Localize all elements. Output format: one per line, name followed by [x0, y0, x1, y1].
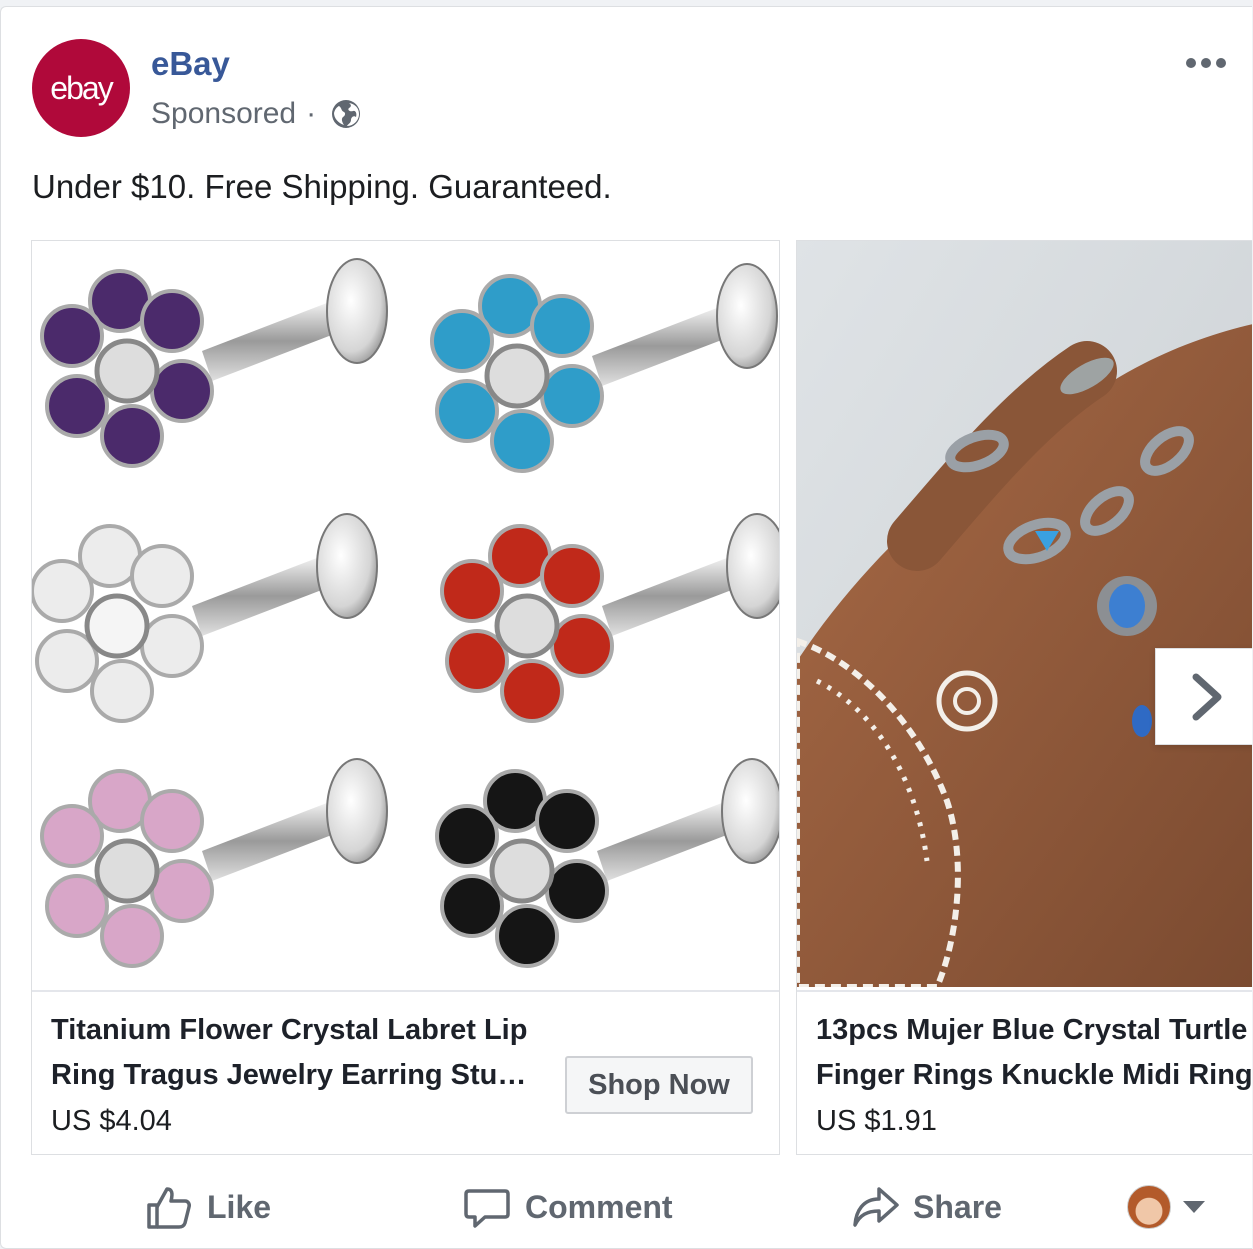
share-label: Share	[913, 1188, 1002, 1225]
card-title[interactable]: 13pcs Mujer Blue Crystal Turtle Finger R…	[816, 1008, 1252, 1098]
card-footer: Titanium Flower Crystal Labret Lip Ring …	[32, 990, 779, 1154]
card-price: US $1.91	[816, 1105, 937, 1137]
chevron-down-icon	[1183, 1201, 1205, 1213]
user-avatar	[1127, 1185, 1171, 1229]
card-title[interactable]: Titanium Flower Crystal Labret Lip Ring …	[51, 1008, 551, 1098]
post-meta: Sponsored ·	[151, 97, 362, 131]
comment-button[interactable]: Comment	[463, 1167, 673, 1247]
comment-bubble-icon	[464, 1189, 510, 1228]
card-footer: 13pcs Mujer Blue Crystal Turtle Finger R…	[797, 990, 1252, 1154]
like-label: Like	[207, 1188, 272, 1225]
shop-now-button[interactable]: Shop Now	[565, 1056, 753, 1114]
audience-selector[interactable]	[1127, 1167, 1205, 1247]
thumbs-up-icon	[147, 1187, 191, 1229]
comment-label: Comment	[525, 1188, 673, 1225]
product-carousel: Titanium Flower Crystal Labret Lip Ring …	[31, 240, 1252, 1155]
share-arrow-icon	[853, 1187, 899, 1227]
sponsored-label[interactable]: Sponsored	[151, 97, 296, 131]
more-dots-icon[interactable]	[1186, 53, 1230, 73]
post-caption: Under $10. Free Shipping. Guaranteed.	[32, 168, 612, 205]
like-button[interactable]: Like	[145, 1167, 271, 1247]
carousel-card[interactable]: Titanium Flower Crystal Labret Lip Ring …	[31, 240, 780, 1155]
avatar-logo-text: ebay	[50, 69, 113, 106]
meta-separator: ·	[306, 97, 317, 130]
page-name-link[interactable]: eBay	[151, 45, 230, 83]
sponsored-post: ebay eBay Sponsored · Under $10. Free Sh…	[0, 6, 1252, 1249]
post-actions-bar: Like Comment Share	[1, 1167, 1252, 1247]
card-price: US $4.04	[51, 1105, 172, 1137]
page-avatar[interactable]: ebay	[32, 39, 130, 137]
chevron-right-icon	[1192, 673, 1222, 720]
carousel-next-button[interactable]	[1155, 648, 1252, 745]
hand-rings-image[interactable]	[797, 241, 1252, 987]
share-button[interactable]: Share	[851, 1167, 1002, 1247]
labret-studs-image[interactable]	[32, 241, 779, 987]
globe-icon[interactable]	[330, 98, 362, 130]
